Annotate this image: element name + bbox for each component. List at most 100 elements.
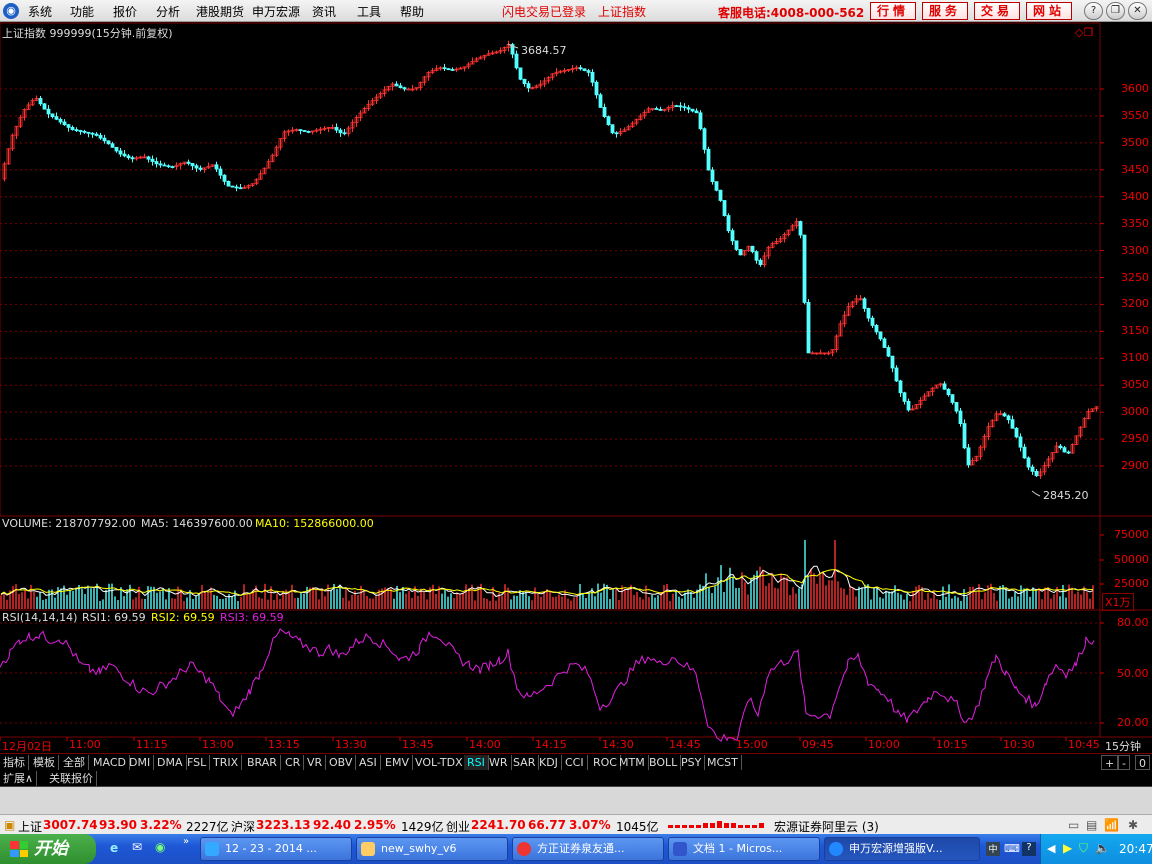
indicator-tab-dma[interactable]: DMA — [154, 755, 187, 770]
sh-change: 93.90 — [99, 818, 137, 832]
outlook-icon[interactable]: ✉ — [132, 840, 142, 854]
windows-taskbar: 开始 e ✉ ◉ » 12 - 23 - 2014 ... new_swhy_v… — [0, 834, 1152, 864]
cy-value[interactable]: 2241.70 — [471, 818, 526, 832]
candle-body — [54, 116, 59, 120]
candle-body — [342, 132, 347, 135]
quicklaunch-more-icon[interactable]: » — [183, 836, 189, 847]
clock[interactable]: 20:47 — [1119, 842, 1152, 856]
candle-body — [130, 157, 135, 160]
task-label: 12 - 23 - 2014 ... — [225, 842, 317, 855]
indicator-tab-boll[interactable]: BOLL — [646, 755, 682, 770]
candle-body — [906, 400, 911, 411]
indicator-tab-mtm[interactable]: MTM — [616, 755, 649, 770]
lock-icon[interactable]: ▤ — [1086, 818, 1097, 832]
candle-body — [602, 107, 607, 118]
help-tray-icon[interactable]: ? — [1022, 842, 1036, 856]
candle-body — [66, 124, 71, 128]
candle-body — [298, 129, 303, 132]
indicator-tab-emv[interactable]: EMV — [382, 755, 413, 770]
start-button[interactable]: 开始 — [0, 834, 96, 864]
indicator-tab-wr[interactable]: WR — [486, 755, 512, 770]
candle-body — [102, 137, 107, 142]
candle-body — [1006, 415, 1011, 421]
indicator-tab-cci[interactable]: CCI — [562, 755, 588, 770]
candle-body — [1066, 451, 1071, 454]
vol-tick-50000: 50000 — [1114, 553, 1149, 566]
task-label: 文档 1 - Micros... — [693, 842, 783, 855]
candle-body — [898, 380, 903, 394]
indicator-tab-psy[interactable]: PSY — [678, 755, 706, 770]
settings-icon[interactable]: ✱ — [1128, 818, 1138, 832]
panel-options-icon[interactable]: ◇❐ — [1075, 26, 1093, 39]
indicator-tab-指标[interactable]: 指标 — [0, 755, 29, 770]
indicator-tab-cr[interactable]: CR — [282, 755, 305, 770]
indicator-tab-kdj[interactable]: KDJ — [536, 755, 562, 770]
task-swhy-window[interactable]: 申万宏源增强版V... — [824, 837, 980, 861]
language-icon[interactable]: 中 — [986, 842, 1000, 856]
indicator-tab-模板[interactable]: 模板 — [30, 755, 59, 770]
candle-body — [78, 130, 83, 132]
zoom-plus-button[interactable]: + — [1101, 755, 1119, 770]
indicator-tab-vr[interactable]: VR — [304, 755, 327, 770]
candle-body — [394, 83, 399, 87]
price-tick-2950: 2950 — [1121, 432, 1149, 446]
indicator-tab-macd[interactable]: MACD — [90, 755, 130, 770]
indicator-tab-dmi[interactable]: DMI — [126, 755, 155, 770]
task-word-window[interactable]: 文档 1 - Micros... — [668, 837, 820, 861]
expand-button[interactable]: 扩展∧ — [0, 771, 38, 786]
volume-ma-lines — [0, 534, 1104, 598]
indicator-tab-asi[interactable]: ASI — [356, 755, 381, 770]
candle-body — [754, 251, 759, 261]
candle-body — [522, 78, 527, 85]
market-breadth-icon — [668, 821, 764, 828]
zoom-minus-button[interactable]: - — [1118, 755, 1130, 770]
indicator-tab-trix[interactable]: TRIX — [210, 755, 243, 770]
indicator-tab-obv[interactable]: OBV — [326, 755, 357, 770]
candle-body — [610, 124, 615, 134]
price-gridlines — [0, 88, 1104, 741]
time-label: 10:00 — [868, 738, 900, 751]
hs-pct: 2.95% — [354, 818, 396, 832]
shield-icon[interactable]: ⛉ — [1079, 841, 1088, 856]
keyboard-icon[interactable]: ⌨ — [1004, 842, 1020, 855]
browser-icon[interactable]: ◉ — [155, 840, 165, 854]
indicator-tab-vol-tdx[interactable]: VOL-TDX — [412, 755, 467, 770]
message-icon[interactable]: ▭ — [1068, 818, 1079, 832]
candle-body — [1010, 419, 1015, 429]
ie-icon[interactable]: e — [110, 841, 118, 855]
sh-value[interactable]: 3007.74 — [43, 818, 98, 832]
zoom-zero-button[interactable]: 0 — [1135, 755, 1150, 770]
chart-area[interactable] — [0, 0, 1152, 753]
indicator-tab-brar[interactable]: BRAR — [244, 755, 281, 770]
candle-body — [702, 128, 707, 150]
candle-body — [798, 221, 803, 236]
candle-body — [198, 167, 203, 170]
time-label: 13:00 — [202, 738, 234, 751]
time-label: 14:00 — [469, 738, 501, 751]
task-folder-window[interactable]: new_swhy_v6 — [356, 837, 508, 861]
candle-body — [122, 153, 127, 157]
indicator-tab-sar[interactable]: SAR — [510, 755, 540, 770]
candle-body — [110, 143, 115, 148]
media-icon[interactable]: ▶ — [1063, 841, 1072, 855]
candle-body — [42, 103, 47, 110]
candle-body — [802, 234, 807, 303]
candle-body — [1002, 413, 1007, 417]
candle-body — [1018, 436, 1023, 448]
task-founder-window[interactable]: 方正证券泉友通... — [512, 837, 664, 861]
related-quote-button[interactable]: 关联报价 — [46, 771, 97, 786]
indicator-tab-mcst[interactable]: MCST — [704, 755, 742, 770]
candle-body — [106, 140, 111, 145]
hs-value[interactable]: 3223.13 — [256, 818, 311, 832]
volume-icon[interactable]: 🔈 — [1095, 841, 1110, 855]
candle-body — [526, 83, 531, 89]
indicator-tab-bar: 指标 模板 全部 MACD DMI DMA FSL TRIX BRAR CR VR OBV ASI EMV… — [0, 753, 1152, 770]
indicator-tab-全部[interactable]: 全部 — [60, 755, 89, 770]
tray-arrow-icon[interactable]: ◀ — [1047, 842, 1055, 855]
indicator-tab-fsl[interactable]: FSL — [184, 755, 211, 770]
period-selector[interactable]: 15分钟 — [1105, 738, 1141, 754]
task-ie-window[interactable]: 12 - 23 - 2014 ... — [200, 837, 352, 861]
candle-body — [706, 148, 711, 171]
broker-server[interactable]: 宏源证券阿里云 (3) — [774, 818, 879, 835]
candle-body — [682, 106, 687, 109]
